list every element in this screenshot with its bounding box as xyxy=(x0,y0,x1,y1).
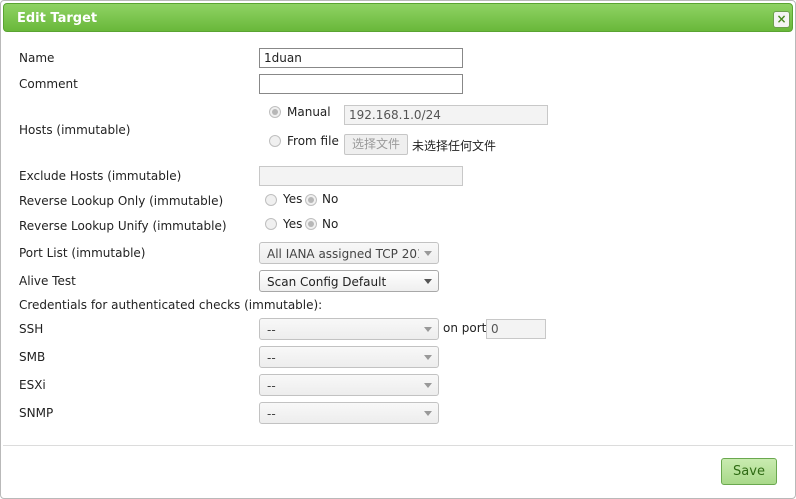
esxi-credential-select[interactable]: -- xyxy=(259,374,439,396)
credentials-heading: Credentials for authenticated checks (im… xyxy=(19,298,323,312)
esxi-credential-value: -- xyxy=(267,379,276,393)
chevron-down-icon xyxy=(424,383,432,388)
reverse-lookup-only-no-radio[interactable] xyxy=(305,194,317,206)
exclude-hosts-label: Exclude Hosts (immutable) xyxy=(19,169,182,183)
smb-credential-select[interactable]: -- xyxy=(259,346,439,368)
ssh-port-input[interactable] xyxy=(486,319,546,339)
close-icon[interactable]: × xyxy=(773,11,790,28)
dialog-title: Edit Target xyxy=(17,11,98,26)
chevron-down-icon xyxy=(424,355,432,360)
reverse-lookup-only-label: Reverse Lookup Only (immutable) xyxy=(19,194,224,208)
hosts-from-file-radio[interactable] xyxy=(269,135,281,147)
alive-test-select[interactable]: Scan Config Default xyxy=(259,270,439,292)
chevron-down-icon xyxy=(424,411,432,416)
name-input[interactable] xyxy=(259,48,463,68)
chevron-down-icon xyxy=(424,251,432,256)
save-button[interactable]: Save xyxy=(721,458,777,485)
chevron-down-icon xyxy=(424,327,432,332)
smb-label: SMB xyxy=(19,350,46,364)
hosts-label: Hosts (immutable) xyxy=(19,123,131,137)
snmp-credential-value: -- xyxy=(267,407,276,421)
ssh-on-port-label: on port xyxy=(443,321,487,335)
footer-divider xyxy=(3,445,793,446)
comment-input[interactable] xyxy=(259,74,463,94)
ssh-label: SSH xyxy=(19,322,44,336)
ssh-credential-select[interactable]: -- xyxy=(259,318,439,340)
file-status-text: 未选择任何文件 xyxy=(412,139,497,153)
port-list-label: Port List (immutable) xyxy=(19,246,146,260)
hosts-from-file-label: From file xyxy=(287,134,339,148)
port-list-value: All IANA assigned TCP 2012... xyxy=(267,247,419,261)
esxi-label: ESXi xyxy=(19,378,46,392)
hosts-manual-input[interactable] xyxy=(344,105,548,125)
alive-test-value: Scan Config Default xyxy=(267,275,387,289)
exclude-hosts-input[interactable] xyxy=(259,166,463,186)
edit-target-dialog: Edit Target × Name Comment Hosts (immuta… xyxy=(0,0,796,499)
snmp-credential-select[interactable]: -- xyxy=(259,402,439,424)
alive-test-label: Alive Test xyxy=(19,274,76,288)
hosts-manual-label: Manual xyxy=(287,105,331,119)
comment-label: Comment xyxy=(19,77,78,91)
reverse-lookup-only-yes-label: Yes xyxy=(283,192,303,206)
reverse-lookup-unify-no-label: No xyxy=(322,217,339,231)
ssh-credential-value: -- xyxy=(267,323,276,337)
port-list-select[interactable]: All IANA assigned TCP 2012... xyxy=(259,242,439,264)
snmp-label: SNMP xyxy=(19,406,54,420)
reverse-lookup-unify-no-radio[interactable] xyxy=(305,218,317,230)
dialog-titlebar[interactable]: Edit Target × xyxy=(3,3,793,32)
smb-credential-value: -- xyxy=(267,351,276,365)
reverse-lookup-unify-label: Reverse Lookup Unify (immutable) xyxy=(19,219,227,233)
reverse-lookup-only-yes-radio[interactable] xyxy=(265,194,277,206)
reverse-lookup-only-no-label: No xyxy=(322,192,339,206)
reverse-lookup-unify-yes-radio[interactable] xyxy=(265,218,277,230)
chevron-down-icon xyxy=(424,279,432,284)
hosts-manual-radio[interactable] xyxy=(269,106,281,118)
choose-file-button[interactable]: 选择文件 xyxy=(344,134,408,155)
name-label: Name xyxy=(19,51,55,65)
reverse-lookup-unify-yes-label: Yes xyxy=(283,217,303,231)
